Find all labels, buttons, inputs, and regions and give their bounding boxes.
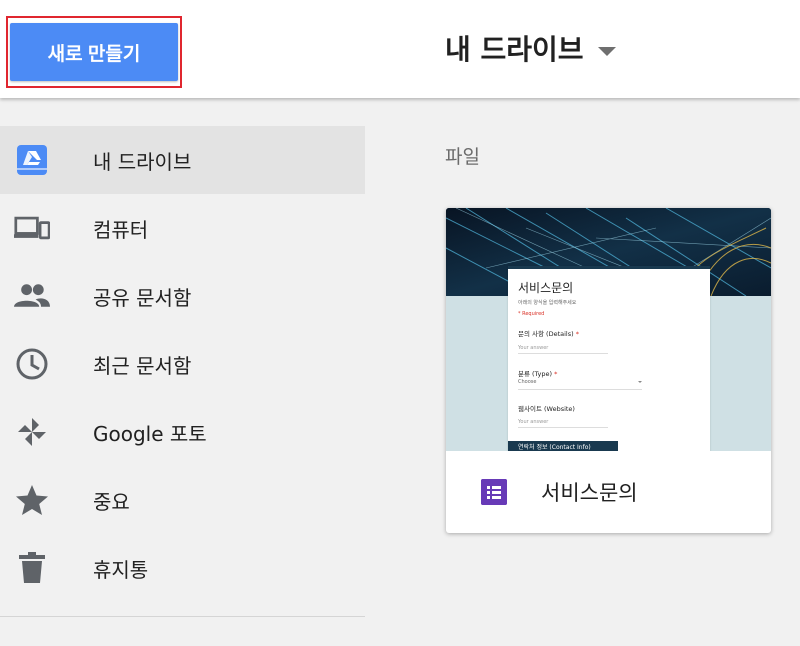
form-preview-answer-line — [518, 353, 608, 354]
sidebar-item-label: 컴퓨터 — [93, 217, 149, 242]
files-section-title: 파일 — [445, 146, 480, 168]
sidebar-nav: 내 드라이브 컴퓨터 공유 문서함 최근 문서함 Google 포토 중요 휴지… — [0, 126, 365, 602]
forms-icon — [481, 479, 507, 505]
sidebar-divider — [0, 616, 365, 617]
photos-pinwheel-icon — [14, 414, 50, 450]
sidebar-item-recent[interactable]: 최근 문서함 — [0, 330, 365, 398]
form-preview-question: 문의 사항 (Details) * — [518, 330, 579, 338]
computer-icon — [14, 210, 50, 246]
shared-people-icon — [14, 278, 50, 314]
file-thumbnail: 서비스문의 아래의 양식을 입력해주세요 * Required 문의 사항 (D… — [446, 208, 771, 451]
sidebar-item-label: 내 드라이브 — [93, 149, 192, 174]
sidebar-item-trash[interactable]: 휴지통 — [0, 534, 365, 602]
file-card-footer: 서비스문의 — [446, 451, 771, 533]
form-preview-title: 서비스문의 — [518, 281, 574, 295]
caret-down-icon — [597, 46, 616, 56]
form-preview-section-header: 연락처 정보 (Contact Info) — [508, 441, 618, 451]
sidebar-item-label: 휴지통 — [93, 557, 149, 582]
drive-title-dropdown[interactable]: 내 드라이브 — [445, 28, 616, 68]
new-button[interactable]: 새로 만들기 — [10, 23, 178, 81]
sidebar-item-label: Google 포토 — [93, 421, 207, 446]
star-icon — [14, 482, 50, 518]
sidebar-item-google-photos[interactable]: Google 포토 — [0, 398, 365, 466]
form-preview-answer: Your answer — [518, 419, 549, 425]
form-preview-description: 아래의 양식을 입력해주세요 — [518, 300, 577, 306]
form-preview-select: Choose — [518, 379, 642, 390]
sidebar-item-starred[interactable]: 중요 — [0, 466, 365, 534]
page-title: 내 드라이브 — [445, 33, 584, 66]
form-preview-answer-line — [518, 427, 608, 428]
sidebar-item-shared[interactable]: 공유 문서함 — [0, 262, 365, 330]
form-preview-answer: Your answer — [518, 345, 549, 351]
form-preview-required-note: * Required — [518, 311, 545, 317]
top-header: 새로 만들기 내 드라이브 — [0, 0, 800, 98]
sidebar-item-label: 공유 문서함 — [93, 285, 192, 310]
file-name: 서비스문의 — [541, 481, 638, 505]
form-preview-question: 분류 (Type) * — [518, 370, 558, 378]
clock-icon — [14, 346, 50, 382]
sidebar-item-label: 최근 문서함 — [93, 353, 192, 378]
sidebar-item-my-drive[interactable]: 내 드라이브 — [0, 126, 365, 194]
file-card[interactable]: 서비스문의 아래의 양식을 입력해주세요 * Required 문의 사항 (D… — [446, 208, 771, 533]
form-preview-question: 웹사이트 (Website) — [518, 405, 575, 413]
sidebar-item-computers[interactable]: 컴퓨터 — [0, 194, 365, 262]
drive-icon — [14, 142, 50, 178]
trash-icon — [14, 550, 50, 586]
sidebar-item-label: 중요 — [93, 489, 130, 514]
form-preview-document: 서비스문의 아래의 양식을 입력해주세요 * Required 문의 사항 (D… — [508, 266, 710, 451]
